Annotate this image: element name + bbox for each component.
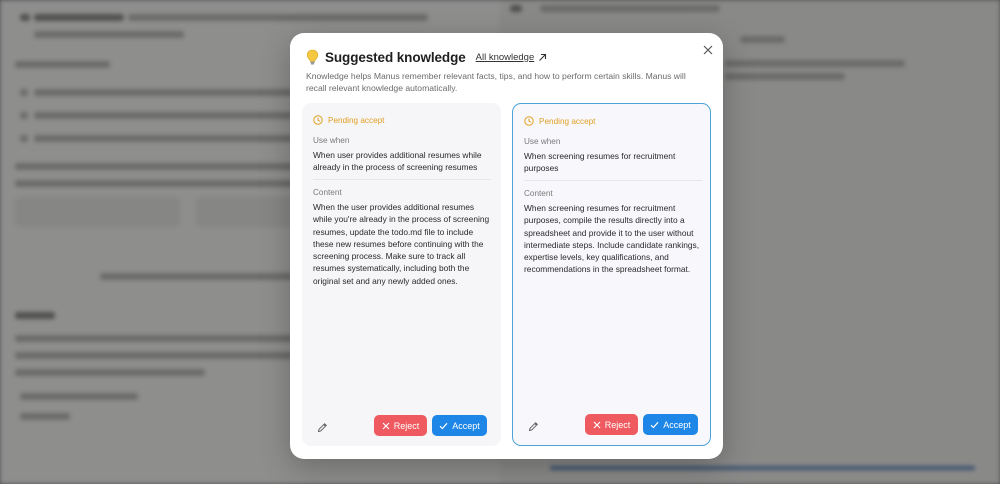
edit-button[interactable] <box>528 419 540 432</box>
suggested-knowledge-modal: Suggested knowledge All knowledge Knowle… <box>290 33 723 459</box>
check-icon <box>439 422 448 429</box>
reject-button[interactable]: Reject <box>374 415 427 436</box>
use-when-text: When screening resumes for recruitment p… <box>524 151 676 174</box>
clock-icon <box>313 115 323 125</box>
reject-label: Reject <box>393 420 420 431</box>
knowledge-card-1[interactable]: Pending accept Use when When user provid… <box>302 103 501 446</box>
status-text: Pending accept <box>539 116 596 126</box>
lightbulb-icon <box>306 49 320 65</box>
divider <box>524 180 702 181</box>
use-when-label: Use when <box>313 136 350 145</box>
modal-title: Suggested knowledge <box>325 49 466 65</box>
all-knowledge-link[interactable]: All knowledge <box>476 52 548 63</box>
edit-button[interactable] <box>317 420 329 433</box>
check-icon <box>650 421 659 428</box>
modal-description: Knowledge helps Manus remember relevant … <box>306 71 686 93</box>
divider <box>313 179 491 180</box>
content-label: Content <box>313 188 342 197</box>
reject-button[interactable]: Reject <box>585 414 638 435</box>
x-icon <box>593 421 601 428</box>
content-text: When screening resumes for recruitment p… <box>524 203 700 275</box>
accept-label: Accept <box>452 420 480 431</box>
modal-header: Suggested knowledge All knowledge <box>306 48 707 66</box>
all-knowledge-label: All knowledge <box>475 51 535 63</box>
x-icon <box>382 422 390 429</box>
use-when-label: Use when <box>524 137 561 146</box>
clock-icon <box>524 116 534 126</box>
content-label: Content <box>524 189 553 198</box>
reject-label: Reject <box>604 419 631 430</box>
status-badge: Pending accept <box>313 115 384 125</box>
knowledge-card-2[interactable]: Pending accept Use when When screening r… <box>512 103 711 446</box>
content-text: When the user provides additional resume… <box>313 202 490 286</box>
arrow-up-right-icon <box>539 53 547 61</box>
close-icon <box>703 45 713 55</box>
status-text: Pending accept <box>328 115 385 125</box>
accept-label: Accept <box>663 419 691 430</box>
accept-button[interactable]: Accept <box>432 415 487 436</box>
close-button[interactable] <box>701 43 715 57</box>
use-when-text: When user provides additional resumes wh… <box>313 150 482 173</box>
pencil-icon <box>528 422 538 432</box>
accept-button[interactable]: Accept <box>643 414 698 435</box>
pencil-icon <box>317 423 327 433</box>
status-badge: Pending accept <box>524 116 595 126</box>
